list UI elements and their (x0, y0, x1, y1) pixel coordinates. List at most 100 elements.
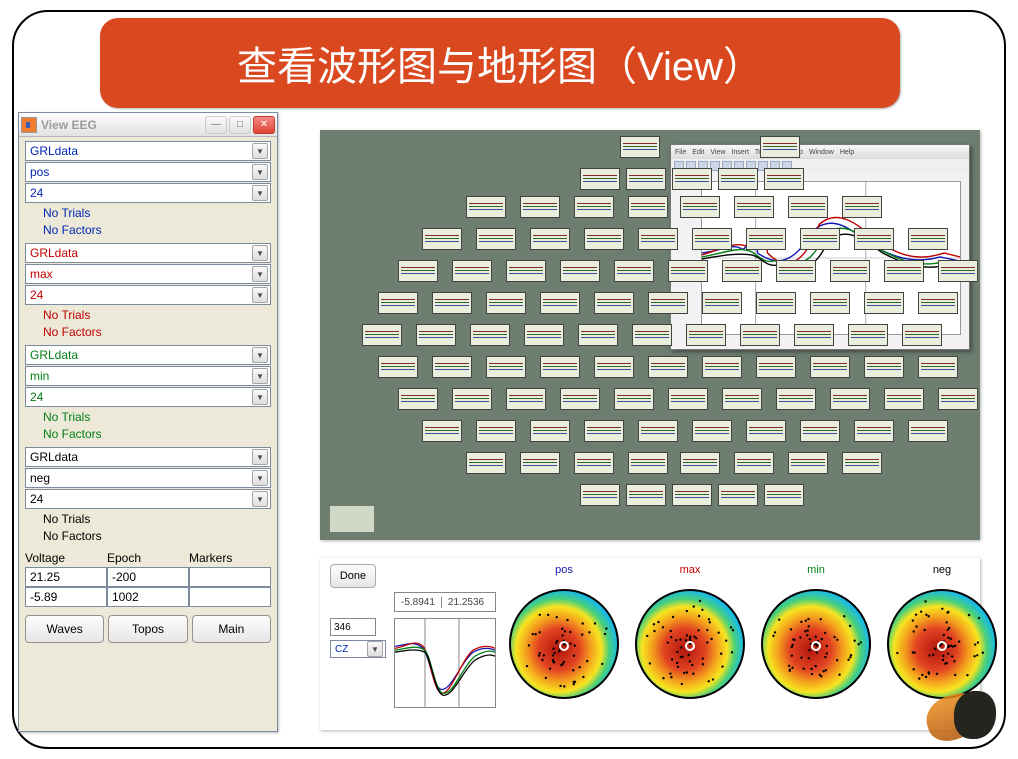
topo-map-min[interactable] (756, 584, 876, 704)
topo-map-pos[interactable] (504, 584, 624, 704)
chevron-down-icon[interactable]: ▼ (252, 470, 268, 486)
channel-thumbnail[interactable] (466, 452, 506, 474)
channel-thumbnail[interactable] (422, 228, 462, 250)
channel-thumbnail[interactable] (830, 388, 870, 410)
channel-thumbnail[interactable] (626, 484, 666, 506)
chevron-down-icon[interactable]: ▼ (252, 449, 268, 465)
channel-thumbnail[interactable] (740, 324, 780, 346)
channel-thumbnail[interactable] (476, 420, 516, 442)
menu-view[interactable]: View (710, 149, 725, 156)
channel-thumbnail[interactable] (938, 388, 978, 410)
channel-thumbnail[interactable] (452, 260, 492, 282)
detail-toolbar[interactable] (671, 159, 969, 173)
channel-thumbnail[interactable] (760, 136, 800, 158)
channel-thumbnail[interactable] (918, 292, 958, 314)
done-button[interactable]: Done (330, 564, 376, 588)
mode-select[interactable]: max▼ (25, 264, 271, 284)
close-button[interactable]: ✕ (253, 116, 275, 134)
channel-count-select[interactable]: 24▼ (25, 183, 271, 203)
channel-thumbnail[interactable] (702, 356, 742, 378)
channel-count-select[interactable]: 24▼ (25, 387, 271, 407)
chevron-down-icon[interactable]: ▼ (252, 164, 268, 180)
menu-edit[interactable]: Edit (692, 149, 704, 156)
dataset-select[interactable]: GRLdata▼ (25, 345, 271, 365)
detail-menubar[interactable]: FileEditViewInsertToolsDesktopWindowHelp (671, 145, 969, 159)
channel-thumbnail[interactable] (574, 196, 614, 218)
menu-insert[interactable]: Insert (731, 149, 749, 156)
channel-thumbnail[interactable] (432, 356, 472, 378)
channel-thumbnail[interactable] (614, 388, 654, 410)
table-cell[interactable] (189, 567, 271, 587)
channel-thumbnail[interactable] (794, 324, 834, 346)
channel-thumbnail[interactable] (540, 292, 580, 314)
channel-thumbnail[interactable] (692, 228, 732, 250)
topos-button[interactable]: Topos (108, 615, 187, 643)
channel-thumbnail[interactable] (486, 356, 526, 378)
channel-thumbnail[interactable] (756, 292, 796, 314)
channel-thumbnail[interactable] (578, 324, 618, 346)
channel-thumbnail[interactable] (680, 196, 720, 218)
table-cell[interactable] (189, 587, 271, 607)
channel-thumbnail[interactable] (842, 196, 882, 218)
dataset-select[interactable]: GRLdata▼ (25, 447, 271, 467)
channel-thumbnail[interactable] (476, 228, 516, 250)
channel-thumbnail[interactable] (632, 324, 672, 346)
channel-thumbnail[interactable] (764, 484, 804, 506)
channel-thumbnail[interactable] (702, 292, 742, 314)
channel-thumbnail[interactable] (378, 356, 418, 378)
channel-thumbnail[interactable] (902, 324, 942, 346)
chevron-down-icon[interactable]: ▼ (252, 368, 268, 384)
channel-thumbnail[interactable] (628, 452, 668, 474)
channel-thumbnail[interactable] (520, 452, 560, 474)
waves-button[interactable]: Waves (25, 615, 104, 643)
sample-field[interactable] (330, 618, 376, 636)
channel-thumbnail[interactable] (580, 168, 620, 190)
channel-thumbnail[interactable] (854, 420, 894, 442)
channel-waves-panel[interactable]: FileEditViewInsertToolsDesktopWindowHelp (320, 130, 980, 540)
channel-thumbnail[interactable] (908, 420, 948, 442)
channel-thumbnail[interactable] (680, 452, 720, 474)
channel-thumbnail[interactable] (594, 356, 634, 378)
channel-thumbnail[interactable] (648, 292, 688, 314)
mode-select[interactable]: min▼ (25, 366, 271, 386)
channel-thumbnail[interactable] (648, 356, 688, 378)
channel-thumbnail[interactable] (638, 420, 678, 442)
topo-map-neg[interactable] (882, 584, 1002, 704)
channel-thumbnail[interactable] (594, 292, 634, 314)
channel-thumbnail[interactable] (722, 260, 762, 282)
channel-thumbnail[interactable] (864, 356, 904, 378)
table-cell[interactable] (25, 567, 107, 587)
channel-thumbnail[interactable] (540, 356, 580, 378)
channel-thumbnail[interactable] (626, 168, 666, 190)
channel-thumbnail[interactable] (884, 388, 924, 410)
chevron-down-icon[interactable]: ▼ (252, 287, 268, 303)
channel-thumbnail[interactable] (432, 292, 472, 314)
channel-thumbnail[interactable] (734, 196, 774, 218)
channel-thumbnail[interactable] (560, 388, 600, 410)
channel-thumbnail[interactable] (746, 228, 786, 250)
channel-thumbnail[interactable] (788, 196, 828, 218)
channel-thumbnail[interactable] (810, 356, 850, 378)
channel-thumbnail[interactable] (686, 324, 726, 346)
channel-thumbnail[interactable] (756, 356, 796, 378)
table-cell[interactable] (107, 587, 189, 607)
channel-thumbnail[interactable] (800, 420, 840, 442)
main-button[interactable]: Main (192, 615, 271, 643)
mini-erp-plot[interactable] (394, 618, 496, 708)
channel-thumbnail[interactable] (692, 420, 732, 442)
menu-window[interactable]: Window (809, 149, 834, 156)
channel-thumbnail[interactable] (628, 196, 668, 218)
channel-thumbnail[interactable] (918, 356, 958, 378)
channel-thumbnail[interactable] (722, 388, 762, 410)
channel-thumbnail[interactable] (848, 324, 888, 346)
channel-thumbnail[interactable] (560, 260, 600, 282)
menu-file[interactable]: File (675, 149, 686, 156)
channel-thumbnail[interactable] (398, 388, 438, 410)
channel-thumbnail[interactable] (718, 168, 758, 190)
chevron-down-icon[interactable]: ▼ (252, 491, 268, 507)
channel-thumbnail[interactable] (884, 260, 924, 282)
channel-thumbnail[interactable] (908, 228, 948, 250)
channel-thumbnail[interactable] (746, 420, 786, 442)
topo-map-max[interactable] (630, 584, 750, 704)
channel-thumbnail[interactable] (452, 388, 492, 410)
